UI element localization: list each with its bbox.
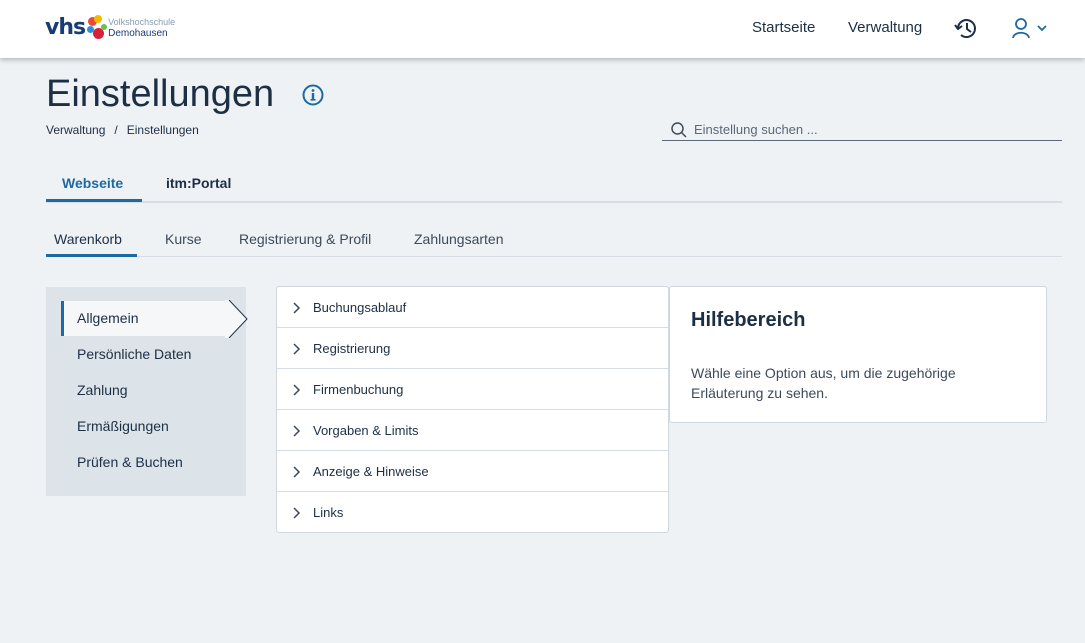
breadcrumb: Verwaltung / Einstellungen: [46, 123, 199, 137]
nav-startseite[interactable]: Startseite: [752, 19, 815, 36]
list-item-label: Anzeige & Hinweise: [313, 464, 429, 479]
list-item-buchungsablauf[interactable]: Buchungsablauf: [277, 287, 668, 328]
chevron-right-icon: [293, 507, 301, 519]
active-subtab-indicator: [46, 254, 137, 257]
breadcrumb-verwaltung[interactable]: Verwaltung: [46, 123, 105, 137]
chevron-right-icon: [293, 343, 301, 355]
list-item-label: Firmenbuchung: [313, 382, 404, 397]
tab-zahlungsarten[interactable]: Zahlungsarten: [414, 231, 504, 247]
list-item-label: Vorgaben & Limits: [313, 423, 419, 438]
logo-text: Volkshochschule Demohausen: [108, 17, 175, 40]
logo-line1: Volkshochschule: [108, 17, 176, 27]
list-item-firmenbuchung[interactable]: Firmenbuchung: [277, 369, 668, 410]
logo-brand: vhs: [45, 15, 86, 40]
settings-search: [662, 118, 1062, 141]
primary-tabs: Webseite itm:Portal: [46, 166, 1062, 203]
logo-line2: Demohausen: [108, 28, 168, 39]
chevron-down-icon: [1037, 25, 1047, 32]
settings-list: Buchungsablauf Registrierung Firmenbuchu…: [276, 286, 669, 533]
list-item-label: Registrierung: [313, 341, 391, 356]
search-icon: [671, 122, 687, 138]
info-icon[interactable]: [302, 84, 324, 106]
logo-dots-icon: [86, 14, 114, 44]
list-item-label: Links: [313, 505, 344, 520]
tab-registrierung-profil[interactable]: Registrierung & Profil: [239, 231, 371, 247]
help-title: Hilfebereich: [691, 309, 806, 331]
active-item-pointer-icon: [225, 300, 248, 338]
list-item-links[interactable]: Links: [277, 492, 668, 533]
page-title: Einstellungen: [46, 73, 275, 115]
vhs-logo[interactable]: vhs Volkshochschule Demohausen: [45, 14, 175, 44]
tab-warenkorb[interactable]: Warenkorb: [54, 231, 122, 247]
breadcrumb-current: Einstellungen: [126, 123, 199, 137]
chevron-right-icon: [293, 384, 301, 396]
search-input[interactable]: [694, 120, 1054, 138]
user-menu-icon[interactable]: [1011, 17, 1051, 41]
sidebar-item-allgemein[interactable]: Allgemein: [61, 301, 231, 336]
list-item-registrierung[interactable]: Registrierung: [277, 328, 668, 369]
sidebar-item-ermaessigungen[interactable]: Ermäßigungen: [61, 409, 231, 444]
breadcrumb-separator: /: [114, 123, 118, 137]
chevron-right-icon: [293, 466, 301, 478]
top-navigation-bar: vhs Volkshochschule Demohausen Startseit…: [0, 0, 1085, 58]
help-text: Wähle eine Option aus, um die zugehörige…: [691, 365, 956, 401]
sidebar-item-pruefen-buchen[interactable]: Prüfen & Buchen: [61, 445, 231, 480]
secondary-tabs: Warenkorb Kurse Registrierung & Profil Z…: [46, 224, 1062, 257]
active-tab-indicator: [46, 199, 142, 202]
list-item-vorgaben-limits[interactable]: Vorgaben & Limits: [277, 410, 668, 451]
tab-itm-portal[interactable]: itm:Portal: [166, 175, 231, 191]
chevron-right-icon: [293, 425, 301, 437]
sidebar-item-persoenliche-daten[interactable]: Persönliche Daten: [61, 337, 231, 372]
list-item-anzeige-hinweise[interactable]: Anzeige & Hinweise: [277, 451, 668, 492]
help-panel: Hilfebereich Wähle eine Option aus, um d…: [669, 286, 1047, 423]
tab-kurse[interactable]: Kurse: [165, 231, 202, 247]
sidebar-menu: Allgemein Persönliche Daten Zahlung Ermä…: [46, 287, 246, 496]
nav-verwaltung[interactable]: Verwaltung: [848, 19, 922, 36]
history-icon[interactable]: [953, 15, 980, 42]
sidebar-item-zahlung[interactable]: Zahlung: [61, 373, 231, 408]
list-item-label: Buchungsablauf: [313, 300, 407, 315]
tab-webseite[interactable]: Webseite: [62, 175, 123, 191]
chevron-right-icon: [293, 302, 301, 314]
